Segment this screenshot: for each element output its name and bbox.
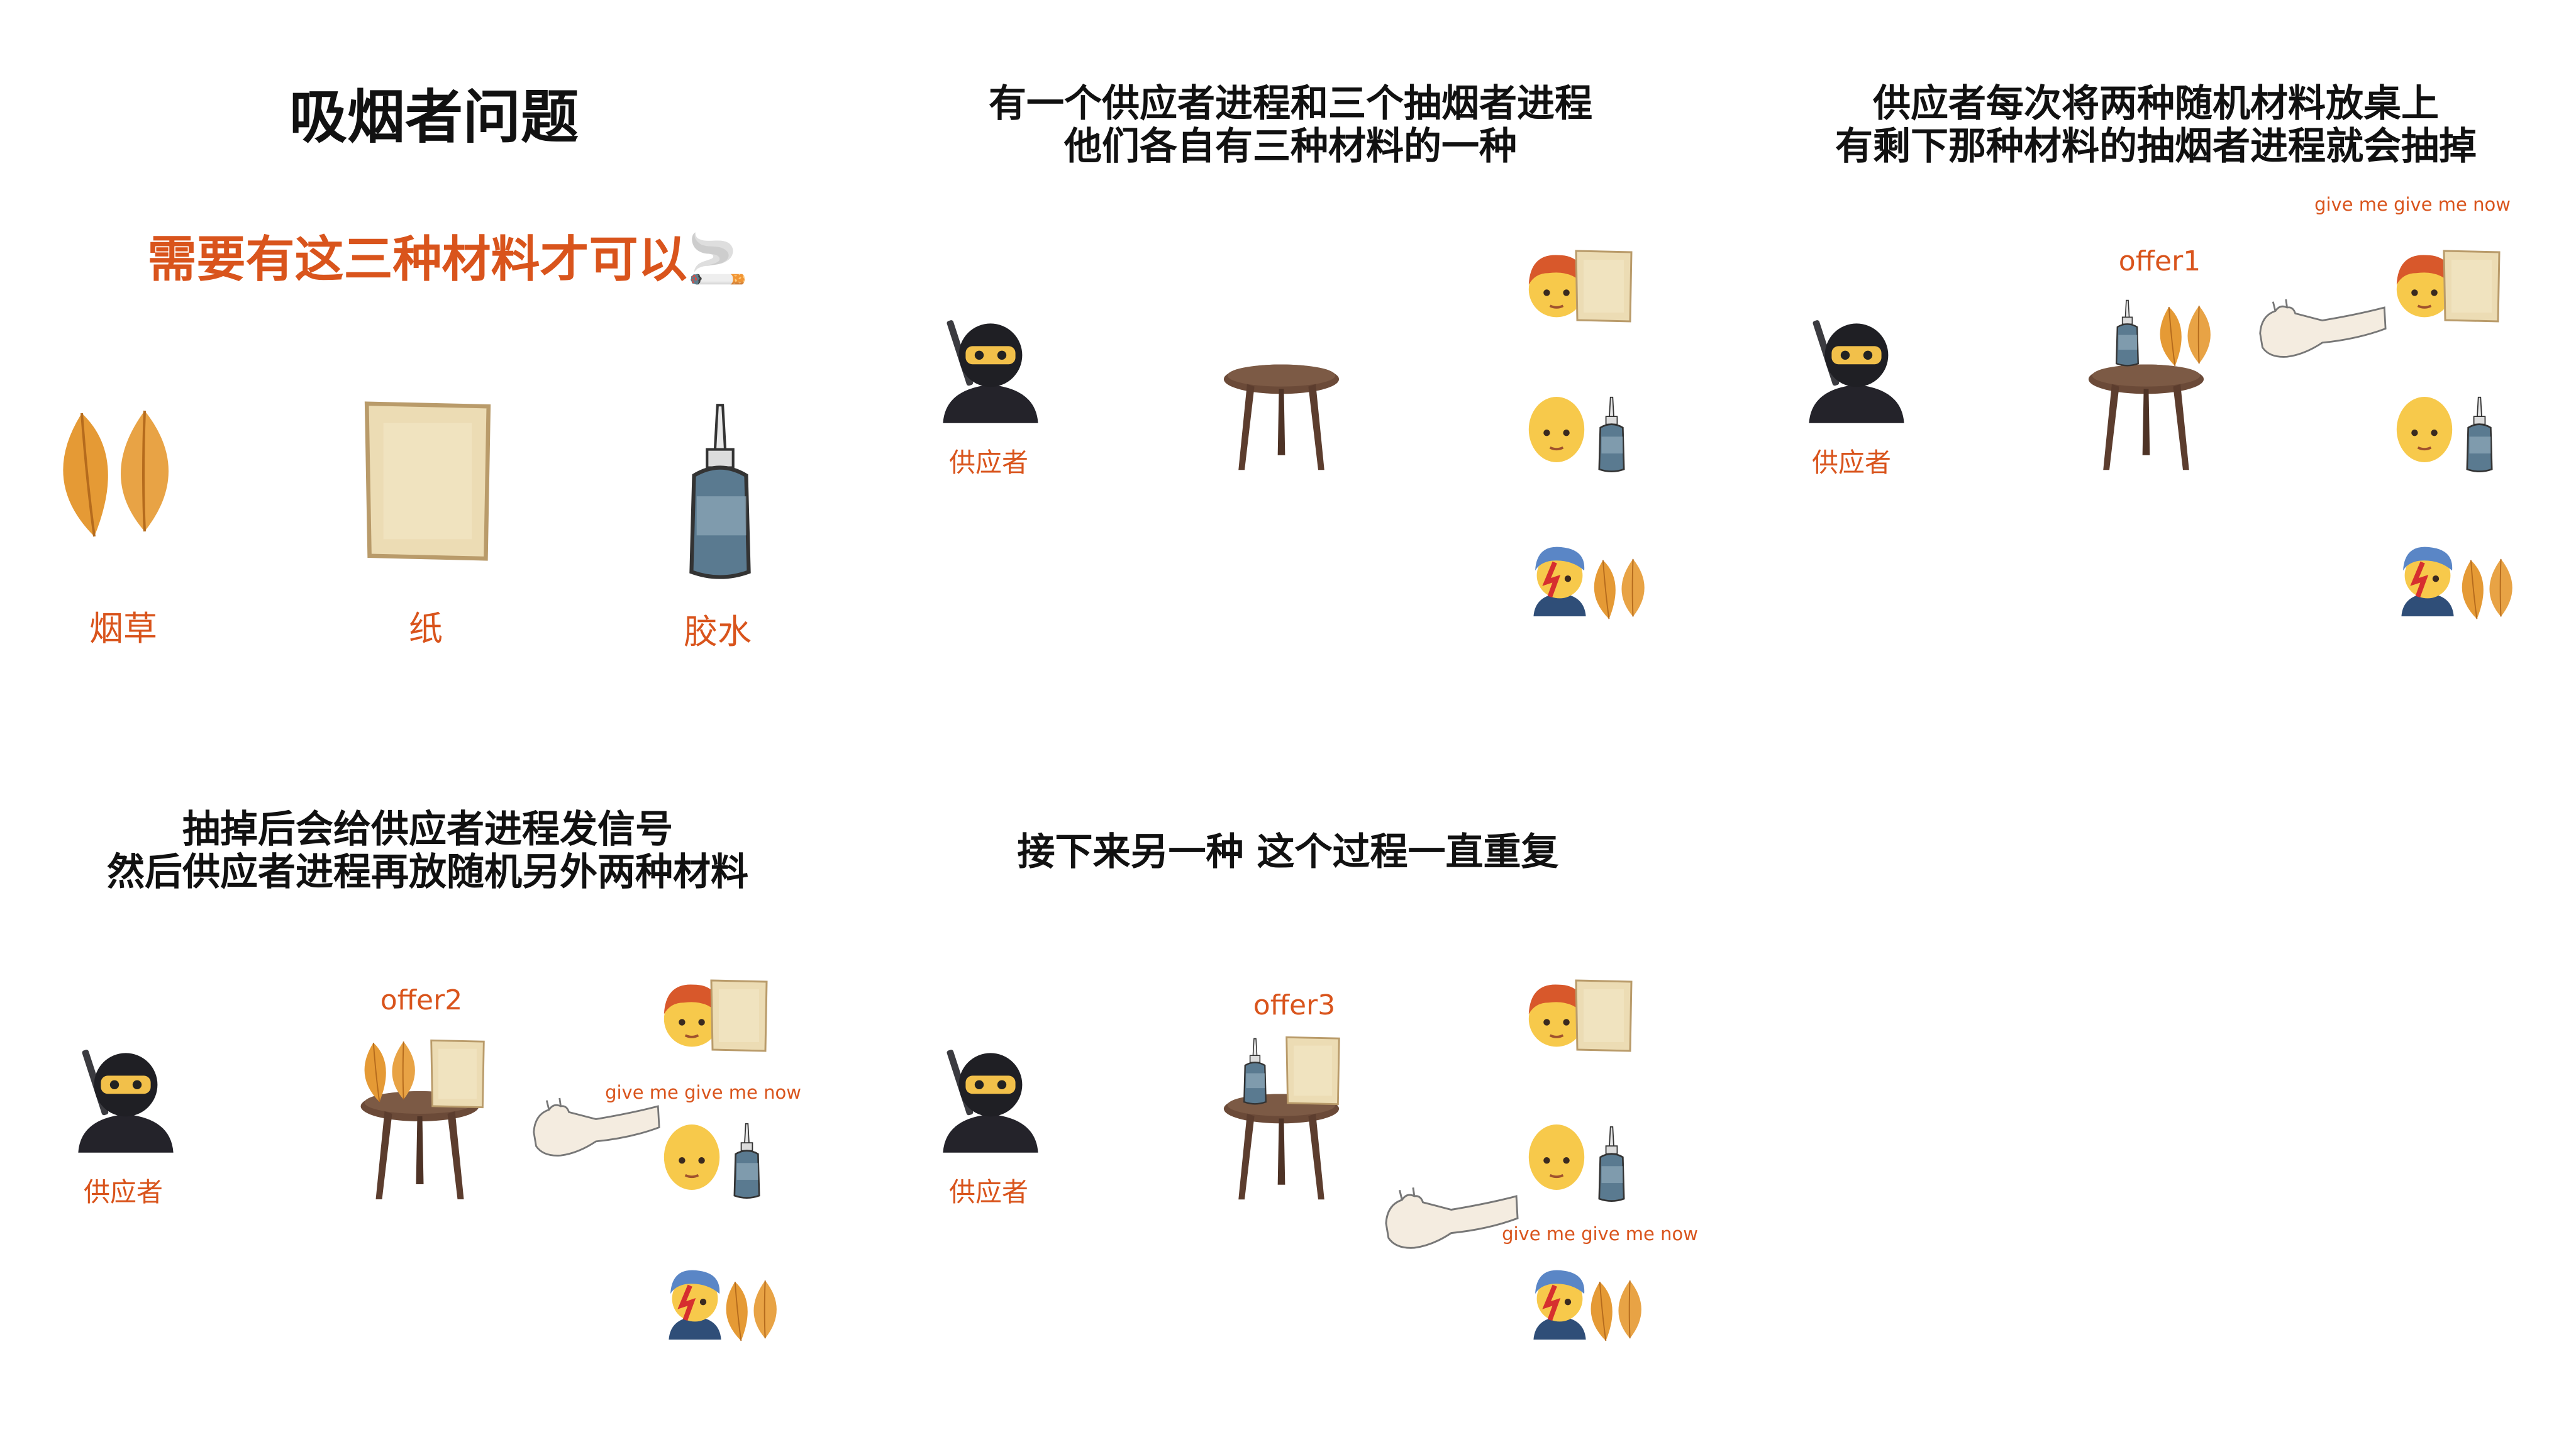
tobacco-leaves-icon — [355, 1038, 428, 1107]
supplier-label: 供应者 — [1811, 447, 1892, 478]
smoker-bald-icon — [1516, 1116, 1597, 1198]
glue-bottle-icon — [1594, 396, 1629, 475]
paper-icon — [708, 978, 770, 1053]
supplier-label: 供应者 — [948, 1177, 1029, 1208]
supplier-label: 供应者 — [83, 1177, 164, 1208]
glue-bottle-icon — [679, 402, 761, 585]
paper-icon — [2440, 248, 2503, 324]
glue-bottle-icon — [2462, 396, 2497, 475]
tobacco-leaves-icon — [1585, 557, 1657, 623]
paper-icon — [1283, 1035, 1343, 1107]
supplier-ninja-icon — [69, 1044, 182, 1157]
smoker-bald-icon — [1516, 389, 1597, 470]
tobacco-leaves-icon — [717, 1277, 789, 1346]
paper-icon — [1572, 248, 1635, 324]
panel3-title-line2: 有剩下那种材料的抽烟者进程就会抽掉 — [1835, 125, 2477, 169]
paper-icon — [358, 396, 497, 566]
glue-bottle-icon — [730, 1123, 764, 1201]
paper-icon — [1572, 978, 1635, 1053]
smoker-bald-icon — [651, 1116, 733, 1198]
material-label-tobacco: 烟草 — [89, 609, 157, 648]
give-me-text: give me give me now — [1502, 1223, 1698, 1245]
smoker-bald-icon — [2384, 389, 2465, 470]
reaching-hand-icon — [531, 1085, 660, 1179]
tobacco-leaves-icon — [1582, 1277, 1654, 1346]
supplier-label: 供应者 — [948, 447, 1029, 478]
panel4-title-line2: 然后供应者进程再放随机另外两种材料 — [107, 850, 748, 894]
offer-label: offer3 — [1253, 989, 1336, 1021]
paper-icon — [428, 1038, 487, 1110]
tobacco-leaves-icon — [44, 402, 195, 547]
offer-label: offer2 — [380, 984, 463, 1016]
panel1-title: 吸烟者问题 — [289, 84, 579, 151]
tobacco-leaves-icon — [2151, 302, 2223, 371]
give-me-text: give me give me now — [2314, 194, 2511, 215]
glue-bottle-icon — [2110, 299, 2145, 369]
panel1-subtitle: 需要有这三种材料才可以🚬 — [147, 231, 748, 288]
table-icon — [1204, 352, 1358, 475]
supplier-ninja-icon — [934, 1044, 1047, 1157]
reaching-hand-icon — [1384, 1176, 1519, 1270]
tobacco-leaves-icon — [2453, 557, 2525, 623]
panel5-title: 接下来另一种 这个过程一直重复 — [1017, 830, 1559, 874]
glue-bottle-icon — [1594, 1126, 1629, 1204]
supplier-ninja-icon — [934, 314, 1047, 428]
supplier-ninja-icon — [1800, 314, 1913, 428]
panel2-title-line2: 他们各自有三种材料的一种 — [1064, 125, 1517, 169]
reaching-hand-icon — [2258, 286, 2387, 380]
glue-bottle-icon — [1238, 1038, 1272, 1107]
material-label-glue: 胶水 — [684, 612, 752, 652]
offer-label: offer1 — [2118, 245, 2201, 277]
material-label-paper: 纸 — [409, 609, 443, 648]
